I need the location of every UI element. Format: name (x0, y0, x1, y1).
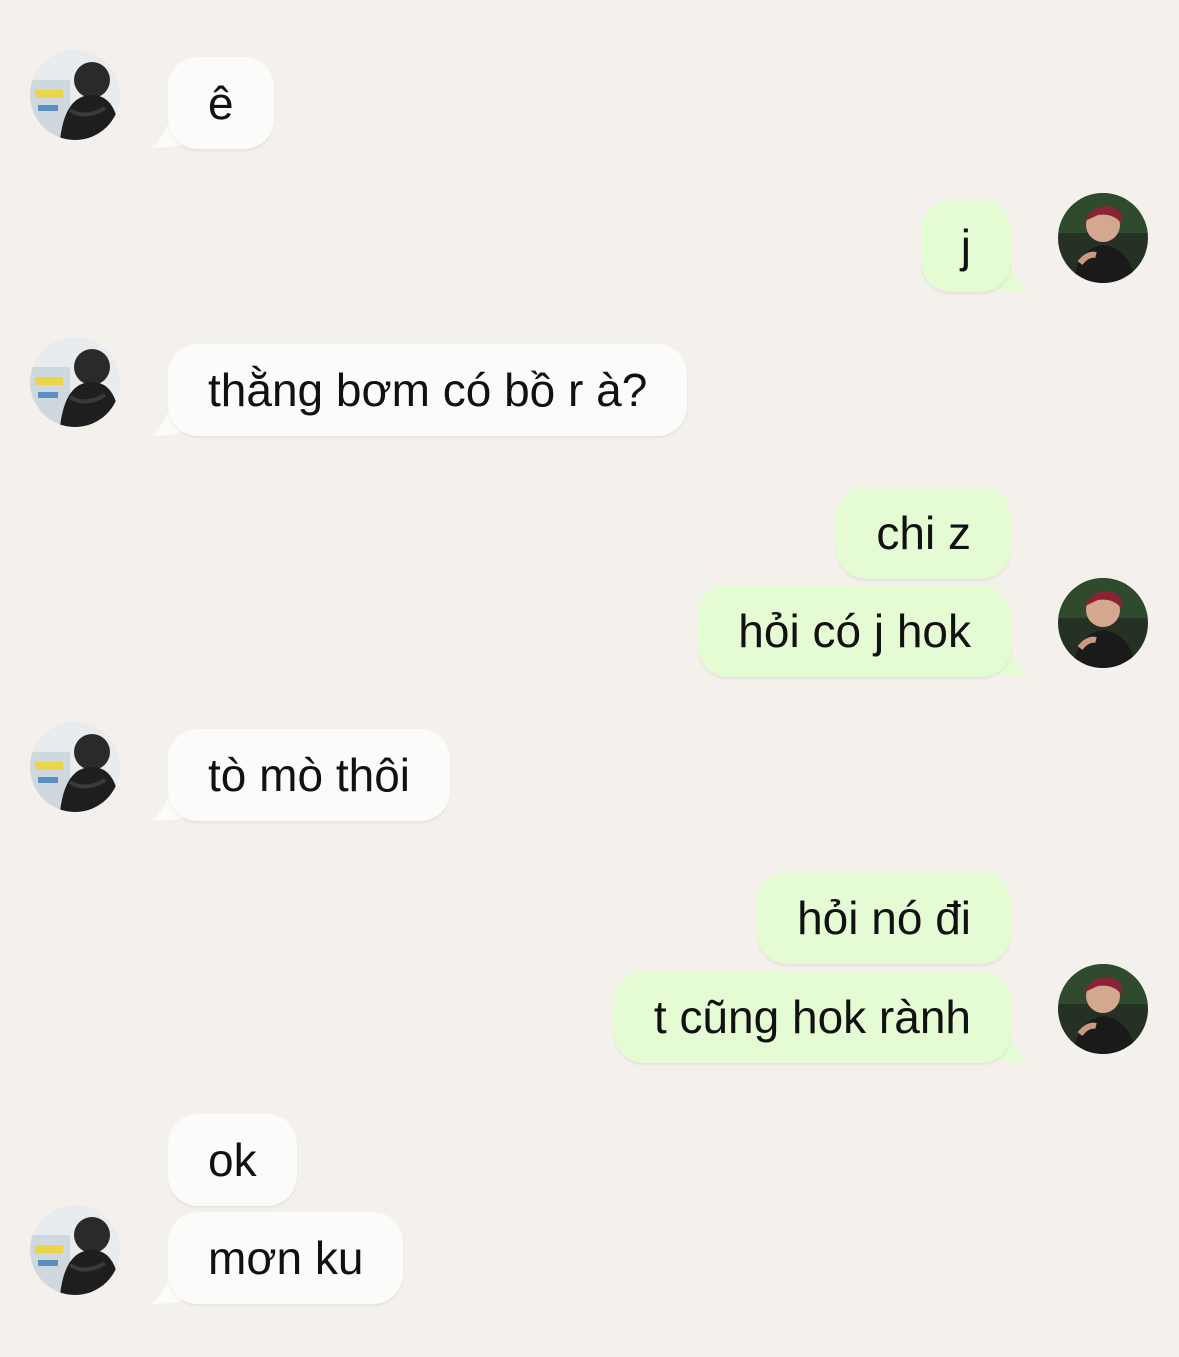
contact-avatar-icon[interactable] (30, 722, 120, 812)
user-avatar-icon[interactable] (1058, 193, 1148, 283)
contact-avatar-icon[interactable] (30, 337, 120, 427)
message-bubble-incoming[interactable]: tò mò thôi (168, 729, 450, 821)
message-text: ok (208, 1134, 257, 1186)
user-avatar-icon[interactable] (1058, 964, 1148, 1054)
message-bubble-outgoing[interactable]: hỏi nó đi (757, 872, 1011, 964)
message-bubble-outgoing[interactable]: j (920, 200, 1011, 292)
message-bubble-incoming[interactable]: ê (168, 57, 274, 149)
message-text: thằng bơm có bồ r à? (208, 364, 648, 416)
message-text: t cũng hok rành (653, 991, 971, 1043)
message-bubble-incoming[interactable]: ok (168, 1114, 297, 1206)
contact-avatar-icon[interactable] (30, 1205, 120, 1295)
message-bubble-outgoing[interactable]: hỏi có j hok (698, 585, 1011, 677)
message-text: mơn ku (208, 1232, 364, 1284)
message-bubble-incoming[interactable]: thằng bơm có bồ r à? (168, 344, 688, 436)
message-bubble-incoming[interactable]: mơn ku (168, 1212, 404, 1304)
user-avatar-icon[interactable] (1058, 578, 1148, 668)
message-text: chi z (876, 507, 971, 559)
message-text: hỏi nó đi (797, 892, 971, 944)
message-bubble-outgoing[interactable]: t cũng hok rành (613, 971, 1011, 1063)
message-text: ê (208, 77, 234, 129)
contact-avatar-icon[interactable] (30, 50, 120, 140)
message-text: tò mò thôi (208, 749, 410, 801)
message-text: j (960, 220, 971, 272)
message-text: hỏi có j hok (738, 605, 971, 657)
chat-thread: ê j thằng bơm có bồ r à? chi z hỏi có j … (0, 0, 1179, 1357)
message-bubble-outgoing[interactable]: chi z (836, 487, 1011, 579)
